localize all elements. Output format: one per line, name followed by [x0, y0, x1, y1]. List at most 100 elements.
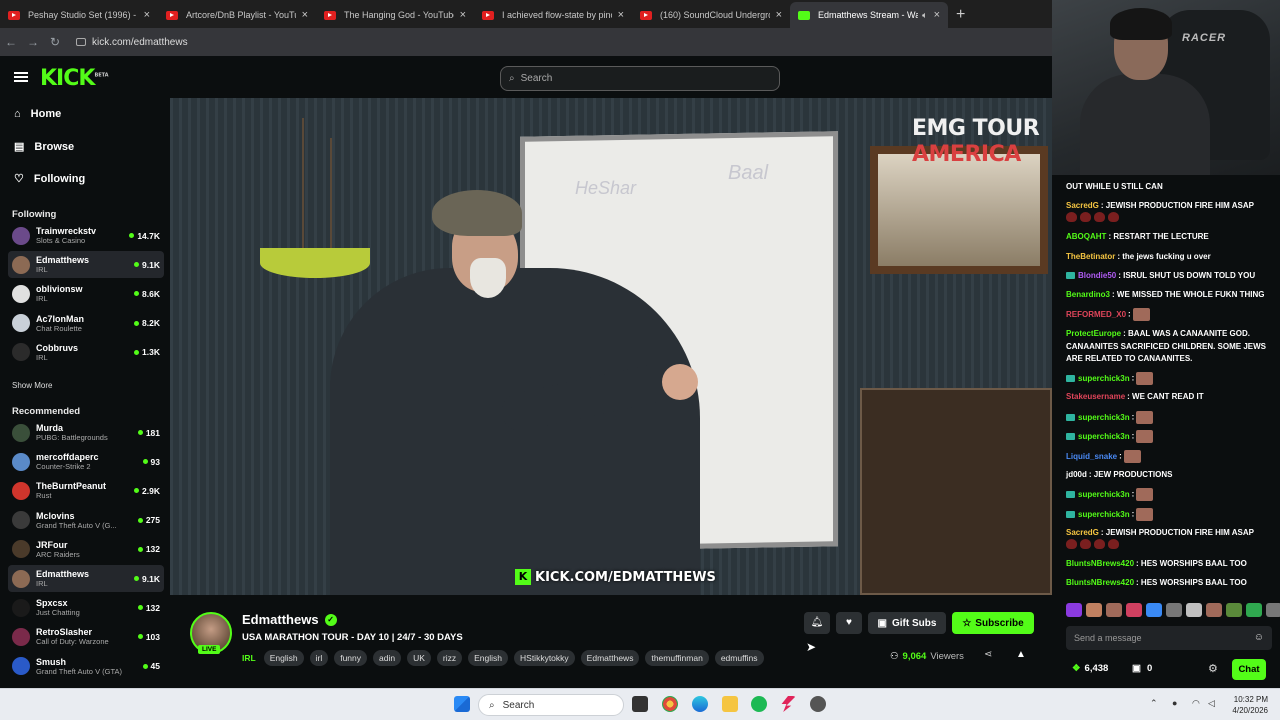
- chat-username[interactable]: Blondie50: [1078, 271, 1116, 280]
- sidebar-channel[interactable]: Spxcsx Just Chatting 132: [8, 594, 164, 621]
- browser-tab[interactable]: Artcore/DnB Playlist - YouTube ×: [158, 2, 316, 28]
- browser-tab[interactable]: The Hanging God - YouTube ×: [316, 2, 474, 28]
- close-tab-icon[interactable]: ×: [776, 9, 782, 21]
- stream-tag[interactable]: English: [468, 650, 509, 666]
- wifi-icon[interactable]: ◠: [1192, 698, 1200, 709]
- close-tab-icon[interactable]: ×: [144, 9, 150, 21]
- app-lightning-icon[interactable]: [781, 696, 796, 712]
- nav-following[interactable]: ♡ Following: [14, 172, 85, 186]
- back-icon[interactable]: ←: [0, 35, 22, 49]
- show-more-link[interactable]: Show More: [12, 381, 52, 390]
- taskbar-search[interactable]: ⌕ Search: [478, 694, 624, 716]
- quick-emote-icon[interactable]: [1226, 603, 1242, 617]
- quick-emote-icon[interactable]: [1106, 603, 1122, 617]
- stream-tag[interactable]: themuffinman: [645, 650, 709, 666]
- task-view-icon[interactable]: [632, 696, 648, 712]
- share-icon[interactable]: ⋖: [984, 649, 992, 660]
- sidebar-channel[interactable]: mercoffdaperc Counter-Strike 2 93: [8, 448, 164, 475]
- channel-points[interactable]: ❖ 6,438: [1072, 663, 1108, 674]
- chat-username[interactable]: SacredG: [1066, 201, 1099, 210]
- category-link[interactable]: IRL: [242, 653, 256, 663]
- chat-username[interactable]: SacredG: [1066, 528, 1099, 537]
- quick-emote-icon[interactable]: [1246, 603, 1262, 617]
- volume-icon[interactable]: ◁: [1208, 698, 1215, 709]
- follow-button[interactable]: ♥: [836, 612, 862, 634]
- chat-username[interactable]: ABOQAHT: [1066, 232, 1106, 241]
- sidebar-channel[interactable]: Edmatthews IRL 9.1K: [8, 251, 164, 279]
- speaker-icon[interactable]: 🔈︎: [922, 10, 927, 21]
- stream-tag[interactable]: funny: [334, 650, 367, 666]
- chrome-icon[interactable]: [662, 696, 678, 712]
- chat-username[interactable]: BluntsNBrews420: [1066, 559, 1134, 568]
- quick-emote-icon[interactable]: [1166, 603, 1182, 617]
- forward-icon[interactable]: →: [22, 35, 44, 49]
- site-info-icon[interactable]: [76, 38, 86, 46]
- search-input[interactable]: ⌕ Search: [500, 66, 780, 91]
- chat-input[interactable]: Send a message ☺: [1066, 626, 1272, 650]
- kick-logo[interactable]: KICKBETA: [40, 66, 109, 91]
- sidebar-channel[interactable]: Edmatthews IRL 9.1K: [8, 565, 164, 592]
- chat-username[interactable]: BluntsNBrews420: [1066, 578, 1134, 587]
- quick-emote-icon[interactable]: [1066, 603, 1082, 617]
- url-field[interactable]: kick.com/edmatthews: [92, 37, 188, 48]
- stream-tag[interactable]: adin: [373, 650, 402, 666]
- chat-username[interactable]: TheBetinator: [1066, 252, 1115, 261]
- chat-username[interactable]: Benardino3: [1066, 290, 1110, 299]
- browser-tab[interactable]: I achieved flow-state by pinching ×: [474, 2, 632, 28]
- app-record-icon[interactable]: [810, 696, 826, 712]
- chat-username[interactable]: superchick3n: [1078, 510, 1130, 519]
- chat-settings-icon[interactable]: ⚙: [1208, 662, 1218, 675]
- chat-send-button[interactable]: Chat: [1232, 659, 1266, 680]
- sidebar-channel[interactable]: TheBurntPeanut Rust 2.9K: [8, 477, 164, 504]
- quick-emote-icon[interactable]: [1186, 603, 1202, 617]
- gift-counter[interactable]: ▣ 0: [1132, 663, 1152, 674]
- stream-tag[interactable]: HStikkytokky: [514, 650, 575, 666]
- browser-tab[interactable]: Edmatthews Stream - Watch🔈︎ ×: [790, 2, 948, 28]
- streamer-name[interactable]: Edmatthews ✓: [242, 612, 337, 627]
- quick-emote-icon[interactable]: [1126, 603, 1142, 617]
- sidebar-channel[interactable]: JRFour ARC Raiders 132: [8, 536, 164, 563]
- close-tab-icon[interactable]: ×: [460, 9, 466, 21]
- stream-tag[interactable]: irl: [309, 650, 329, 666]
- chat-username[interactable]: superchick3n: [1078, 490, 1130, 499]
- sidebar-channel[interactable]: Mclovins Grand Theft Auto V (G... 275: [8, 507, 164, 534]
- sidebar-channel[interactable]: RetroSlasher Call of Duty: Warzone 103: [8, 623, 164, 650]
- edge-icon[interactable]: [692, 696, 708, 712]
- quick-emote-icon[interactable]: [1206, 603, 1222, 617]
- spotify-icon[interactable]: [751, 696, 767, 712]
- gift-subs-button[interactable]: ▣ Gift Subs: [868, 612, 946, 634]
- reload-icon[interactable]: ↻: [44, 35, 66, 49]
- quick-emote-icon[interactable]: [1266, 603, 1280, 617]
- quick-emote-icon[interactable]: [1086, 603, 1102, 617]
- stream-tag[interactable]: English: [263, 650, 304, 666]
- report-icon[interactable]: ▲: [1016, 649, 1026, 660]
- nav-browse[interactable]: ▤ Browse: [14, 140, 74, 154]
- quick-emote-icon[interactable]: [1146, 603, 1162, 617]
- new-tab-icon[interactable]: +: [948, 6, 973, 28]
- tray-chevron-icon[interactable]: ⌃: [1150, 698, 1158, 709]
- stream-tag[interactable]: UK: [407, 650, 431, 666]
- sidebar-channel[interactable]: Smush Grand Theft Auto V (GTA) 45: [8, 653, 164, 680]
- close-tab-icon[interactable]: ×: [934, 9, 940, 21]
- sidebar-channel[interactable]: Trainwreckstv Slots & Casino 14.7K: [8, 222, 164, 249]
- stream-tag[interactable]: rizz: [436, 650, 463, 666]
- chat-username[interactable]: superchick3n: [1078, 413, 1130, 422]
- sidebar-channel[interactable]: Ac7IonMan Chat Roulette 8.2K: [8, 310, 164, 337]
- notification-bell-button[interactable]: 🔔︎: [804, 612, 830, 634]
- sidebar-channel[interactable]: Murda PUBG: Battlegrounds 181: [8, 419, 164, 446]
- emoji-icon[interactable]: ☺: [1254, 632, 1264, 643]
- browser-tab[interactable]: (160) SoundCloud Underground ×: [632, 2, 790, 28]
- start-icon[interactable]: [454, 696, 470, 712]
- chat-username[interactable]: Stakeusername: [1066, 392, 1125, 401]
- chat-username[interactable]: superchick3n: [1078, 374, 1130, 383]
- tray-mic-icon[interactable]: ●: [1172, 698, 1177, 708]
- stream-tag[interactable]: Edmatthews: [580, 650, 640, 666]
- close-tab-icon[interactable]: ×: [302, 9, 308, 21]
- subscribe-button[interactable]: ☆ Subscribe: [952, 612, 1034, 634]
- file-explorer-icon[interactable]: [722, 696, 738, 712]
- chat-username[interactable]: ProtectEurope: [1066, 329, 1121, 338]
- chat-username[interactable]: Liquid_snake: [1066, 452, 1117, 461]
- menu-icon[interactable]: [14, 72, 28, 82]
- sidebar-channel[interactable]: Cobbruvs IRL 1.3K: [8, 339, 164, 366]
- chat-username[interactable]: superchick3n: [1078, 432, 1130, 441]
